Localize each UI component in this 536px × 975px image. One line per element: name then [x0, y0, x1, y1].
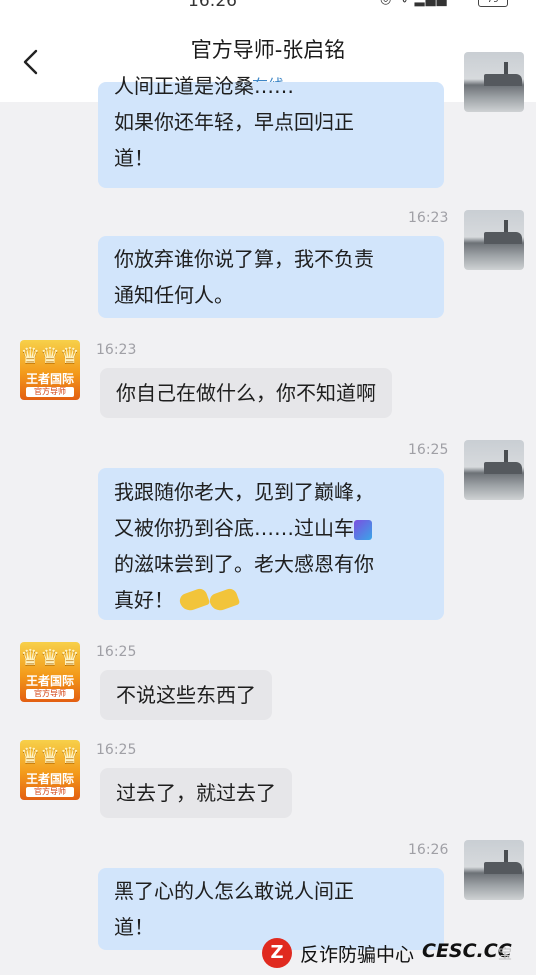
message-bubble-incoming[interactable]: 不说这些东西了 [100, 670, 272, 720]
crown-icon: ♛♛♛ [20, 344, 80, 369]
self-avatar[interactable] [464, 840, 524, 900]
status-time: 16:26 [188, 0, 237, 11]
message-time: 16:25 [96, 742, 137, 758]
message-time: 16:23 [408, 210, 449, 226]
chat-title: 官方导师-张启铭 [190, 38, 346, 62]
message-bubble-outgoing[interactable]: 你放弃谁你说了算，我不负责 通知任何人。 [98, 236, 444, 318]
self-avatar[interactable] [464, 52, 524, 112]
message-bubble-incoming[interactable]: 过去了，就过去了 [100, 768, 292, 818]
watermark: Z 反诈防骗中心 CESC.CC 宝 [262, 936, 532, 970]
self-avatar[interactable] [464, 440, 524, 500]
status-bar: 16:26 ◎ ∿ ▂▄▆ 79 [0, 0, 536, 12]
praying-hands-emoji [177, 584, 241, 620]
message-time: 16:25 [96, 644, 137, 660]
mentor-avatar[interactable]: ♛♛♛ 王者国际 官方导师 [20, 740, 80, 800]
battery-icon: 79 [478, 0, 508, 7]
message-bubble-outgoing[interactable]: 我跟随你老大，见到了巅峰， 又被你扔到谷底……过山车 的滋味尝到了。老大感恩有你… [98, 468, 444, 620]
message-bubble-outgoing[interactable]: 人间正道是沧桑…… 如果你还年轻，早点回归正 道！ [98, 74, 444, 188]
message-time: 16:23 [96, 342, 137, 358]
message-time: 16:26 [408, 842, 449, 858]
signal-wifi-icons: ◎ ∿ ▂▄▆ [380, 0, 448, 7]
roller-coaster-emoji [354, 519, 372, 540]
message-time: 16:25 [408, 442, 449, 458]
anti-fraud-logo-icon: Z [262, 938, 292, 968]
mentor-avatar[interactable]: ♛♛♛ 王者国际 官方导师 [20, 642, 80, 702]
chat-area[interactable]: 人间正道是沧桑…… 如果你还年轻，早点回归正 道！ 16:23 你放弃谁你说了算… [0, 52, 536, 975]
self-avatar[interactable] [464, 210, 524, 270]
crown-icon: ♛♛♛ [20, 744, 80, 769]
crown-icon: ♛♛♛ [20, 646, 80, 671]
message-bubble-incoming[interactable]: 你自己在做什么，你不知道啊 [100, 368, 392, 418]
mentor-avatar[interactable]: ♛♛♛ 王者国际 官方导师 [20, 340, 80, 400]
